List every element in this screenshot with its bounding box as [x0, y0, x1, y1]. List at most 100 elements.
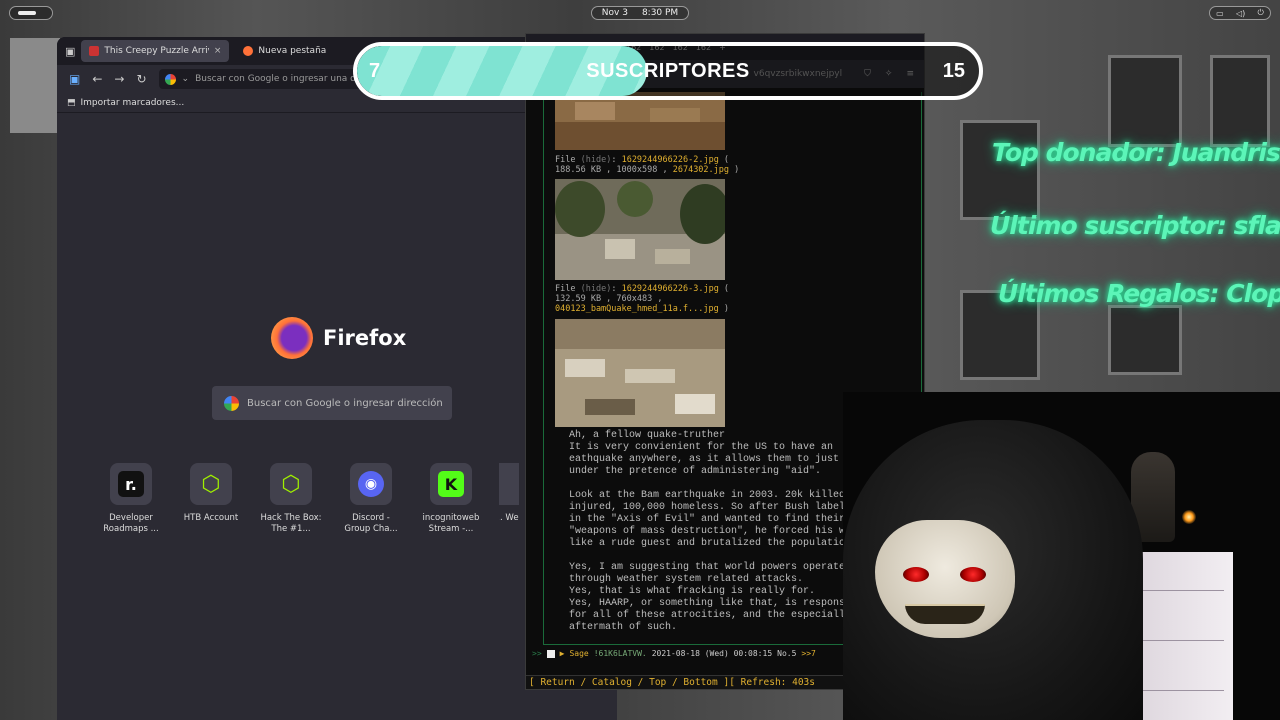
file-label: File — [555, 155, 576, 165]
google-icon — [224, 395, 239, 411]
tab-label: This Creepy Puzzle Arrived I — [104, 46, 208, 56]
shortcut-tile: K — [430, 463, 472, 505]
shortcut-tile — [499, 463, 519, 505]
chevron-down-icon[interactable]: ⌄ — [182, 74, 190, 84]
tab-label: Nueva pestaña — [258, 46, 327, 56]
attached-image-thumbnail[interactable] — [555, 92, 725, 150]
clock-time: 8:30 PM — [641, 8, 679, 18]
system-tray[interactable]: ▭ ◁) ⏻ — [1209, 6, 1271, 20]
desktop: Nov 3 8:30 PM ▭ ◁) ⏻ ▣ This Creepy Puzzl… — [0, 0, 1280, 720]
reload-icon[interactable]: ↻ — [136, 72, 146, 86]
volume-icon: ◁) — [1235, 8, 1246, 18]
candle-light — [1182, 510, 1196, 524]
url-placeholder: Buscar con Google o ingresar una direc — [195, 74, 373, 84]
kick-icon: K — [438, 471, 464, 497]
shortcut-hack-the-box[interactable]: ⬡ Hack The Box: The #1... — [259, 463, 323, 535]
backlink[interactable]: >>7 — [801, 649, 815, 658]
hackthebox-icon: ⬡ — [281, 471, 301, 497]
screen-icon: ▭ — [1216, 8, 1224, 18]
hide-link[interactable]: (hide) — [581, 155, 612, 165]
clock-date: Nov 3 — [601, 8, 628, 18]
close-tab-icon[interactable]: × — [214, 46, 222, 56]
refresh-timer[interactable]: [ Refresh: 403s — [729, 677, 815, 688]
clock[interactable]: Nov 3 8:30 PM — [590, 6, 690, 20]
activities-button[interactable] — [9, 6, 53, 20]
import-icon: ⬒ — [67, 97, 76, 108]
background-window — [1210, 55, 1270, 147]
file-link[interactable]: 1629244966226-3.jpg — [622, 284, 719, 294]
hide-link[interactable]: (hide) — [581, 284, 612, 294]
forward-icon[interactable]: → — [114, 72, 124, 86]
shortcut-label: incognitoweb Stream -... — [422, 513, 480, 534]
shortcut-tile: ⬡ — [190, 463, 232, 505]
shortcut-tile: r. — [110, 463, 152, 505]
top-sites: r. Developer Roadmaps ... ⬡ HTB Account … — [99, 463, 519, 535]
file-info: File (hide): 1629244966226-3.jpg ( 132.5… — [555, 284, 730, 314]
top-donor-label: Top donador: Juandris2830 — [992, 138, 1280, 167]
post-number[interactable]: No.5 — [777, 649, 796, 658]
mask-grin — [905, 604, 985, 624]
reply-header: >> ▶ Sage !61K6LATVW. 2021-08-18 (Wed) 0… — [532, 649, 816, 658]
last-subscriber-label: Último suscriptor: sflang — [990, 211, 1280, 240]
google-icon — [164, 73, 176, 85]
expand-arrow-icon[interactable]: ▶ — [560, 649, 565, 658]
post-body: Ah, a fellow quake-truther It is very co… — [569, 430, 846, 633]
firefox-tab-icon — [243, 46, 254, 56]
webcam-feed — [843, 392, 1280, 720]
top-bar: Nov 3 8:30 PM ▭ ◁) ⏻ — [0, 0, 1280, 26]
tab-creepy-puzzle[interactable]: This Creepy Puzzle Arrived I × — [81, 40, 230, 62]
last-gifts-label: Últimos Regalos: Clopez86 — [998, 279, 1280, 308]
select-post-checkbox[interactable] — [546, 649, 555, 658]
goal-target: 15 — [942, 60, 965, 82]
shortcut-htb-account[interactable]: ⬡ HTB Account — [179, 463, 243, 535]
sidebar-icon[interactable]: ▣ — [69, 72, 80, 86]
back-icon[interactable]: ← — [92, 72, 102, 86]
footer-links[interactable]: [ Return / Catalog / Top / Bottom ] — [529, 677, 729, 688]
shortcut-developer-roadmaps[interactable]: r. Developer Roadmaps ... — [99, 463, 163, 535]
subscriber-goal-bar: 7 SUSCRIPTORES 15 — [353, 42, 983, 100]
power-icon: ⏻ — [1257, 8, 1264, 17]
shortcut-label: Cr... Web... — [499, 513, 519, 523]
shortcut-incognitoweb[interactable]: K incognitoweb Stream -... — [419, 463, 483, 535]
background-window — [1108, 55, 1182, 147]
mask-eye — [903, 567, 929, 582]
youtube-icon — [89, 46, 100, 56]
shortcut-label: Discord - Group Cha... — [344, 513, 398, 534]
shortcut-discord[interactable]: ◉ Discord - Group Cha... — [339, 463, 403, 535]
post-date: 2021-08-18 (Wed) 00:08:15 — [651, 649, 773, 658]
reply-marker: >> — [532, 649, 542, 658]
roadmap-icon: r. — [118, 471, 144, 497]
background-sign — [10, 38, 60, 133]
attached-image-thumbnail[interactable] — [555, 319, 725, 427]
poster-id: !61K6LATVW. — [593, 649, 647, 658]
shortcut-label: HTB Account — [183, 513, 239, 523]
poster-name: Sage — [569, 649, 589, 658]
file-meta: 188.56 KB , 1000x598 , — [555, 165, 668, 175]
shortcut-tile: ◉ — [350, 463, 392, 505]
firefox-logo-icon — [271, 317, 313, 359]
original-filename[interactable]: 040123_bamQuake_hmed_11a.f...jpg — [555, 304, 719, 314]
mask-eye — [960, 567, 986, 582]
hackthebox-icon: ⬡ — [201, 471, 221, 497]
file-meta: 132.59 KB , 760x483 , — [555, 294, 663, 304]
discord-icon: ◉ — [358, 471, 384, 497]
firefox-wordmark: Firefox — [323, 326, 407, 350]
attached-image-thumbnail[interactable] — [555, 179, 725, 280]
firefox-brand: Firefox — [271, 317, 406, 359]
new-tab-search-input[interactable]: Buscar con Google o ingresar dirección — [212, 386, 452, 420]
site-icon — [499, 471, 519, 497]
shortcut-cropped[interactable]: Cr... Web... — [499, 463, 519, 535]
shortcut-tile: ⬡ — [270, 463, 312, 505]
search-placeholder: Buscar con Google o ingresar dirección — [247, 397, 443, 409]
goal-title: SUSCRIPTORES — [586, 60, 750, 82]
original-filename[interactable]: 2674302.jpg — [673, 165, 729, 175]
tab-new-tab[interactable]: Nueva pestaña — [235, 40, 334, 62]
tab-overview-icon[interactable]: ▣ — [65, 45, 75, 58]
file-link[interactable]: 1629244966226-2.jpg — [622, 155, 719, 165]
background-window — [1108, 305, 1182, 375]
file-label: File — [555, 284, 576, 294]
file-info: File (hide): 1629244966226-2.jpg ( 188.5… — [555, 155, 740, 175]
shortcut-label: Developer Roadmaps ... — [103, 513, 159, 534]
import-bookmarks-link[interactable]: Importar marcadores... — [81, 98, 185, 108]
shortcut-label: Hack The Box: The #1... — [260, 513, 322, 534]
